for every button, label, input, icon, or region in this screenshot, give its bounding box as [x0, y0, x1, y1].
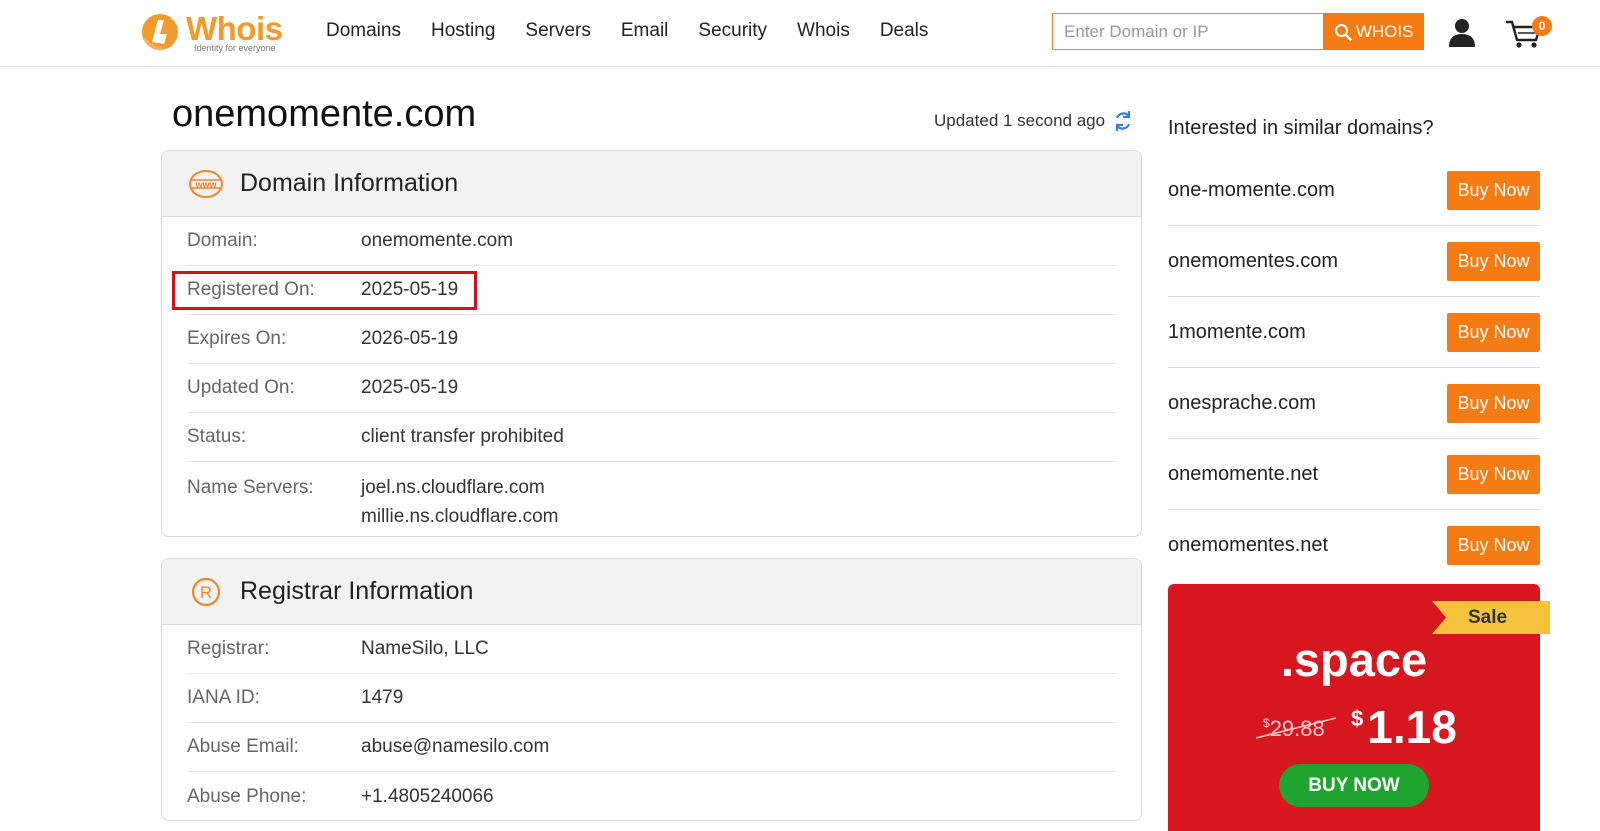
buy-now-button[interactable]: Buy Now	[1447, 241, 1540, 281]
page-title: onemomente.com	[172, 93, 477, 135]
user-account-icon[interactable]	[1448, 17, 1476, 47]
updated-text: Updated 1 second ago	[934, 111, 1106, 130]
info-value: 2026-05-19	[361, 328, 459, 349]
info-row-registrar: Registrar: NameSilo, LLC	[187, 625, 1116, 674]
info-value: NameSilo, LLC	[361, 638, 489, 659]
registered-icon: R	[188, 574, 224, 610]
main-nav: Domains Hosting Servers Email Security W…	[326, 20, 958, 42]
name-server-value: millie.ns.cloudflare.com	[361, 506, 559, 527]
info-row-abuse-phone: Abuse Phone: +1.4805240066	[187, 772, 1116, 820]
domain-information-title: Domain Information	[240, 169, 459, 197]
nav-deals[interactable]: Deals	[880, 20, 929, 42]
buy-now-button[interactable]: Buy Now	[1447, 454, 1540, 494]
refresh-icon[interactable]	[1113, 110, 1133, 132]
similar-domain-item: onemomentes.com Buy Now	[1168, 226, 1540, 297]
domain-information-header: www Domain Information	[162, 151, 1141, 217]
info-label: Status:	[187, 426, 247, 447]
nav-servers[interactable]: Servers	[525, 20, 590, 42]
similar-domain-name: onemomente.net	[1168, 462, 1319, 485]
registrar-information-card: R Registrar Information Registrar: NameS…	[161, 558, 1142, 821]
promo-tld: .space	[1280, 633, 1428, 686]
name-server-value: joel.ns.cloudflare.com	[361, 477, 545, 498]
cart-count-badge: 0	[1532, 16, 1552, 36]
buy-now-button[interactable]: Buy Now	[1447, 170, 1540, 210]
info-label: Updated On:	[187, 377, 295, 398]
info-row-iana-id: IANA ID: 1479	[187, 674, 1116, 723]
info-row-status: Status: client transfer prohibited	[187, 413, 1116, 462]
info-row-updated-on: Updated On: 2025-05-19	[187, 364, 1116, 413]
similar-domain-name: onesprache.com	[1168, 391, 1316, 414]
registrar-information-title: Registrar Information	[240, 577, 474, 605]
nav-domains[interactable]: Domains	[326, 20, 401, 42]
info-row-abuse-email: Abuse Email: abuse@namesilo.com	[187, 723, 1116, 772]
info-value: 2025-05-19	[361, 279, 459, 300]
space-tld-promo-card[interactable]: Sale .space $29.88 $1.18 BUY NOW	[1168, 584, 1550, 831]
promo-buy-now-button[interactable]: BUY NOW	[1279, 764, 1429, 807]
nav-email[interactable]: Email	[621, 20, 669, 42]
info-value: 2025-05-19	[361, 377, 459, 398]
info-value: +1.4805240066	[361, 785, 494, 807]
similar-domains-list: one-momente.com Buy Now onemomentes.com …	[1168, 155, 1540, 581]
registrar-information-header: R Registrar Information	[162, 559, 1141, 625]
nav-hosting[interactable]: Hosting	[431, 20, 495, 42]
similar-domains-title: Interested in similar domains?	[1168, 117, 1434, 139]
logo-tagline: Identity for everyone	[194, 43, 276, 53]
whois-search-button[interactable]: WHOIS	[1323, 13, 1424, 50]
logo-icon	[142, 14, 178, 50]
www-icon: www	[188, 166, 224, 202]
search-icon	[1334, 23, 1352, 41]
new-price-value: 1.18	[1367, 701, 1457, 753]
sale-badge: Sale	[1468, 607, 1508, 628]
nav-whois[interactable]: Whois	[797, 20, 850, 42]
promo-new-price: $1.18	[1351, 700, 1457, 754]
buy-now-button[interactable]: Buy Now	[1447, 526, 1540, 565]
info-value: 1479	[361, 687, 404, 708]
similar-domain-name: 1momente.com	[1168, 320, 1306, 343]
info-label: Registrar:	[187, 638, 270, 659]
info-value: abuse@namesilo.com	[361, 736, 550, 757]
info-label: Abuse Phone:	[187, 785, 307, 807]
similar-domain-item: one-momente.com Buy Now	[1168, 155, 1540, 226]
similar-domain-name: one-momente.com	[1168, 178, 1335, 201]
similar-domain-name: onemomentes.net	[1168, 534, 1329, 556]
similar-domain-item: onesprache.com Buy Now	[1168, 368, 1540, 439]
info-label: Domain:	[187, 230, 258, 251]
whois-search-label: WHOIS	[1355, 21, 1414, 41]
info-value: onemomente.com	[361, 230, 514, 251]
info-label: IANA ID:	[187, 687, 260, 708]
domain-information-card: www Domain Information Domain: onemoment…	[161, 150, 1142, 537]
similar-domain-item: onemomente.net Buy Now	[1168, 439, 1540, 510]
search-bar: WHOIS	[1052, 13, 1424, 50]
site-logo[interactable]: Whois Identity for everyone	[140, 10, 300, 56]
info-label: Expires On:	[187, 328, 287, 349]
buy-now-button[interactable]: Buy Now	[1447, 383, 1540, 423]
similar-domain-item: 1momente.com Buy Now	[1168, 297, 1540, 368]
buy-now-button[interactable]: Buy Now	[1447, 312, 1540, 352]
info-row-domain: Domain: onemomente.com	[187, 217, 1116, 266]
svg-text:www: www	[194, 179, 217, 189]
price-strikethrough	[1255, 717, 1337, 739]
info-label: Abuse Email:	[187, 736, 299, 757]
info-label: Name Servers:	[187, 477, 314, 498]
info-row-name-servers: Name Servers: joel.ns.cloudflare.com mil…	[187, 462, 1116, 536]
svg-text:R: R	[200, 583, 212, 602]
new-price-currency: $	[1351, 706, 1364, 731]
info-label: Registered On:	[187, 279, 315, 300]
site-header: Whois Identity for everyone Domains Host…	[0, 0, 1600, 67]
nav-security[interactable]: Security	[698, 20, 767, 42]
search-input[interactable]	[1052, 13, 1324, 50]
updated-status: Updated 1 second ago	[934, 110, 1133, 132]
info-row-registered-on: Registered On: 2025-05-19	[172, 266, 1116, 315]
info-value: client transfer prohibited	[361, 426, 564, 447]
similar-domain-item: onemomentes.net Buy Now	[1168, 510, 1540, 581]
info-row-expires-on: Expires On: 2026-05-19	[187, 315, 1116, 364]
similar-domain-name: onemomentes.com	[1168, 249, 1339, 272]
name-server-list: joel.ns.cloudflare.com millie.ns.cloudfl…	[361, 473, 558, 531]
